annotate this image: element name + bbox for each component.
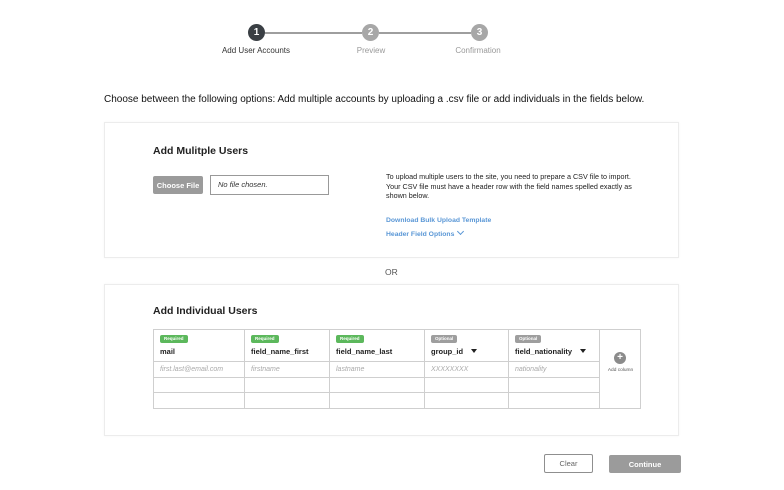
table-cell-input[interactable]: [509, 378, 599, 393]
step-3-indicator: 3: [471, 24, 488, 41]
add-individual-users-panel: Add Individual Users Required mail first…: [104, 284, 679, 436]
table-cell-input[interactable]: [330, 378, 424, 393]
table-cell-input[interactable]: [425, 393, 508, 408]
column-name: field_nationality: [515, 347, 573, 356]
clear-button[interactable]: Clear: [544, 454, 593, 473]
table-cell-input[interactable]: nationality: [509, 362, 599, 378]
column-name: field_name_last: [336, 347, 393, 356]
choose-file-button[interactable]: Choose File: [153, 176, 203, 194]
table-cell-input[interactable]: first.last@email.com: [154, 362, 244, 378]
add-column-label: Add column: [607, 368, 634, 373]
add-column-button[interactable]: + Add column: [600, 330, 641, 408]
column-name: field_name_first: [251, 347, 309, 356]
plus-circle-icon[interactable]: +: [614, 352, 626, 364]
table-cell-input[interactable]: lastname: [330, 362, 424, 378]
table-cell-input[interactable]: firstname: [245, 362, 329, 378]
required-badge: Required: [160, 335, 188, 343]
stepper-connector: [379, 32, 471, 34]
progress-stepper: 1 2 3 Add User Accounts Preview Confirma…: [0, 24, 784, 64]
table-cell-input[interactable]: [509, 393, 599, 408]
table-cell-input[interactable]: [330, 393, 424, 408]
column-group-id: Optional group_id XXXXXXXX: [425, 330, 509, 408]
column-header[interactable]: Optional group_id: [425, 330, 508, 362]
caret-down-icon[interactable]: [580, 349, 587, 353]
step-2-indicator: 2: [362, 24, 379, 41]
panel-title: Add Individual Users: [153, 305, 258, 317]
column-field-nationality: Optional field_nationality nationality: [509, 330, 600, 408]
optional-badge: Optional: [431, 335, 458, 343]
column-field-name-first: Required field_name_first firstname: [245, 330, 330, 408]
table-cell-input[interactable]: [245, 393, 329, 408]
table-cell-input[interactable]: [425, 378, 508, 393]
step-1-indicator: 1: [248, 24, 265, 41]
continue-button[interactable]: Continue: [609, 455, 681, 473]
table-cell-input[interactable]: XXXXXXXX: [425, 362, 508, 378]
column-header: Required field_name_first: [245, 330, 329, 362]
panel-title: Add Mulitple Users: [153, 145, 249, 157]
table-cell-input[interactable]: [154, 378, 244, 393]
column-header: Required field_name_last: [330, 330, 424, 362]
column-name: mail: [160, 347, 176, 356]
stepper-connector: [265, 32, 362, 34]
step-2-label: Preview: [356, 46, 386, 55]
csv-instructions: To upload multiple users to the site, yo…: [386, 172, 632, 201]
intro-text: Choose between the following options: Ad…: [104, 94, 645, 105]
caret-down-icon[interactable]: [471, 349, 478, 353]
header-options-label: Header Field Options: [386, 231, 455, 238]
step-1-label: Add User Accounts: [221, 46, 291, 55]
table-cell-input[interactable]: [245, 378, 329, 393]
column-name: group_id: [431, 347, 464, 356]
step-3-label: Confirmation: [455, 46, 501, 55]
required-badge: Required: [336, 335, 364, 343]
or-divider: OR: [385, 267, 398, 277]
download-template-link[interactable]: Download Bulk Upload Template: [386, 217, 491, 224]
table-cell-input[interactable]: [154, 393, 244, 408]
file-status-field: No file chosen.: [210, 175, 329, 195]
column-mail: Required mail first.last@email.com: [154, 330, 245, 408]
column-field-name-last: Required field_name_last lastname: [330, 330, 425, 408]
column-header[interactable]: Optional field_nationality: [509, 330, 599, 362]
users-table: Required mail first.last@email.com Requi…: [153, 329, 641, 409]
optional-badge: Optional: [515, 335, 542, 343]
column-name-dropdown[interactable]: field_nationality: [515, 347, 587, 356]
add-multiple-users-panel: Add Mulitple Users Choose File No file c…: [104, 122, 679, 258]
chevron-down-icon: [457, 227, 465, 236]
header-field-options-toggle[interactable]: Header Field Options: [386, 227, 465, 238]
column-name-dropdown[interactable]: group_id: [431, 347, 478, 356]
required-badge: Required: [251, 335, 279, 343]
column-header: Required mail: [154, 330, 244, 362]
